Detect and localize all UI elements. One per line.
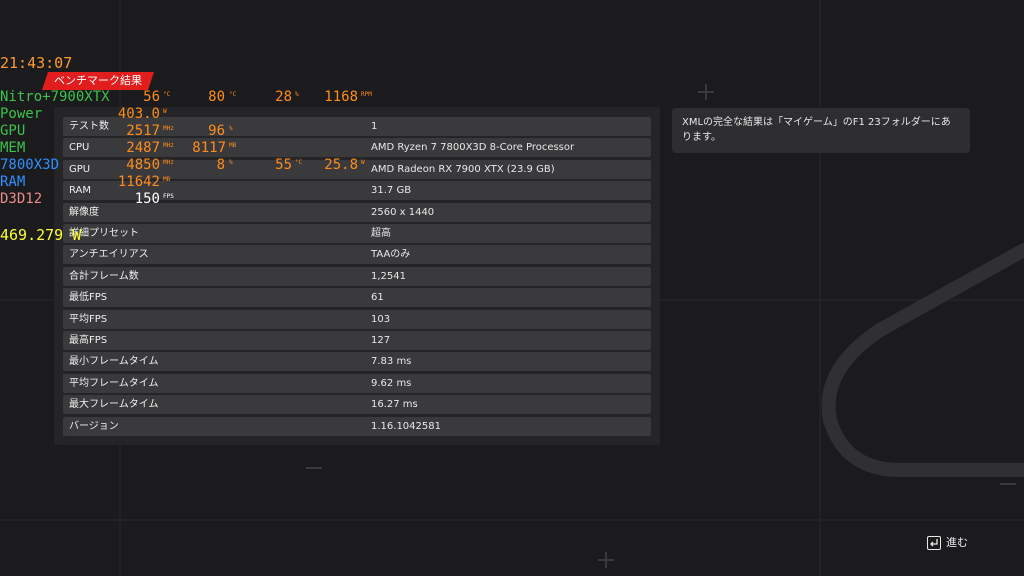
result-value: 16.27 ms (371, 399, 418, 411)
result-value: 103 (371, 313, 391, 325)
overlay-power-label: Power (0, 106, 43, 122)
overlay-rpm: 1168 (324, 89, 358, 105)
result-value: 31.7 GB (371, 185, 412, 197)
result-row: 最高FPS 127 (63, 331, 651, 350)
overlay-gpu-clock: 2517 (126, 123, 160, 139)
result-row: 合計フレーム数 1,2541 (63, 266, 651, 286)
overlay-fps: 150 (134, 191, 160, 207)
next-button[interactable]: 進む (927, 535, 968, 551)
overlay-fps-unit: FPS (163, 193, 174, 200)
result-key: RAM (69, 185, 92, 197)
result-key: 平均フレームタイム (69, 377, 159, 389)
overlay-gpu-temp: 56 (143, 89, 160, 105)
overlay-cpu-power: 25.8 (324, 157, 358, 173)
overlay-hotspot: 80 (208, 89, 225, 105)
result-key: 最小フレームタイム (69, 356, 159, 368)
overlay-gpu-temp-unit: °C (163, 91, 171, 98)
result-key: 最低FPS (69, 292, 108, 304)
result-row: アンチエイリアス TAAのみ (63, 245, 651, 265)
next-label: 進む (946, 536, 968, 549)
result-row: 詳細プリセット 超高 (63, 224, 651, 243)
benchmark-results-tag: ベンチマーク結果 (42, 72, 154, 90)
overlay-power-unit: W (163, 108, 167, 115)
result-value: TAAのみ (371, 249, 411, 261)
result-value: AMD Ryzen 7 7800X3D 8-Core Processor (371, 142, 575, 154)
result-key: テスト数 (69, 121, 109, 132)
overlay-cpu-clock-unit: MHz (163, 159, 174, 166)
result-value: 127 (371, 335, 391, 346)
result-key: 平均FPS (69, 313, 108, 325)
overlay-power: 403.0 (117, 106, 160, 122)
overlay-cpu-clock: 4850 (126, 157, 160, 173)
result-row: 平均FPS 103 (63, 309, 651, 329)
overlay-ram-used: 11642 (117, 174, 160, 190)
overlay-gpu-label: GPU (0, 123, 26, 139)
result-key: バージョン (69, 420, 119, 432)
result-value: 7.83 ms (371, 356, 412, 368)
result-key: 最高FPS (69, 335, 108, 346)
result-key: 最大フレームタイム (69, 399, 159, 411)
result-key: 合計フレーム数 (69, 270, 139, 282)
result-key: CPU (69, 142, 90, 154)
result-value: 2560 x 1440 (371, 206, 435, 218)
overlay-ram-used-unit: MB (163, 176, 171, 183)
result-value: 1.16.1042581 (371, 420, 441, 432)
result-key: 解像度 (69, 206, 99, 218)
overlay-gpu-load-unit: % (229, 125, 233, 132)
result-key: GPU (69, 163, 91, 175)
overlay-ram-label: RAM (0, 174, 26, 190)
overlay-mem-used-unit: MB (229, 142, 237, 149)
overlay-fan-unit: % (295, 91, 299, 98)
result-value: 1,2541 (371, 270, 406, 282)
result-value: 超高 (371, 228, 391, 239)
overlay-rpm-unit: RPM (361, 91, 372, 98)
result-row: バージョン 1.16.1042581 (63, 416, 651, 436)
overlay-cpu-label: 7800X3D (0, 157, 60, 173)
overlay-cpu-temp-unit: °C (295, 159, 303, 166)
overlay-hotspot-unit: °C (229, 91, 237, 98)
result-value: 9.62 ms (371, 377, 412, 389)
enter-key-icon (927, 536, 941, 550)
overlay-mem-clock: 2487 (126, 140, 160, 156)
result-row: 最低FPS 61 (63, 288, 651, 308)
overlay-gpu-load: 96 (208, 123, 225, 139)
result-row: 平均フレームタイム 9.62 ms (63, 373, 651, 393)
overlay-gpu-model-label: Nitro+7900XTX (0, 89, 110, 105)
info-box: XMLの完全な結果は「マイゲーム」のF1 23フォルダーにあります。 (672, 108, 970, 153)
overlay-mem-label: MEM (0, 140, 26, 156)
result-value: 1 (371, 121, 378, 132)
result-value: 61 (371, 292, 384, 304)
overlay-cpu-power-unit: W (361, 159, 365, 166)
overlay-cpu-load-unit: % (229, 159, 233, 166)
result-row: 最小フレームタイム 7.83 ms (63, 352, 651, 372)
overlay-mem-used: 8117 (192, 140, 226, 156)
overlay-clock: 21:43:07 (0, 54, 73, 72)
overlay-fan: 28 (275, 89, 292, 105)
result-row: 最大フレームタイム 16.27 ms (63, 395, 651, 415)
result-value: AMD Radeon RX 7900 XTX (23.9 GB) (371, 163, 555, 175)
overlay-cpu-load: 8 (216, 157, 225, 173)
overlay-gpu-clock-unit: MHz (163, 125, 174, 132)
result-key: アンチエイリアス (69, 249, 149, 261)
overlay-total-watt: 469.279 W (0, 226, 82, 244)
overlay-cpu-temp: 55 (275, 157, 292, 173)
overlay-api-label: D3D12 (0, 191, 43, 207)
